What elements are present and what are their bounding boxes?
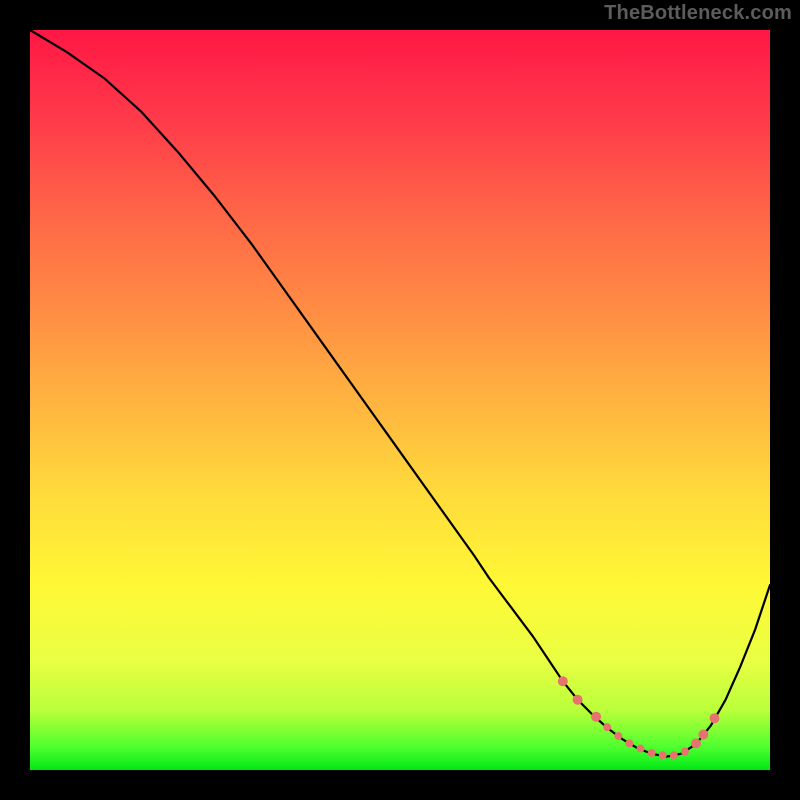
curve-line [30,30,770,757]
marker-dot [573,695,583,705]
chart-svg [30,30,770,770]
marker-dot [603,723,611,731]
plot-area [30,30,770,770]
marker-dot [625,739,633,747]
marker-dot [670,751,678,759]
marker-dot [710,713,720,723]
chart-frame: TheBottleneck.com [0,0,800,800]
marker-dot [681,748,689,756]
marker-group [558,676,720,759]
watermark-text: TheBottleneck.com [604,2,792,25]
marker-dot [558,676,568,686]
marker-dot [698,729,708,739]
marker-dot [648,749,656,757]
marker-dot [691,738,701,748]
marker-dot [591,712,601,722]
marker-dot [614,732,622,740]
marker-dot [637,745,645,753]
marker-dot [659,751,667,759]
